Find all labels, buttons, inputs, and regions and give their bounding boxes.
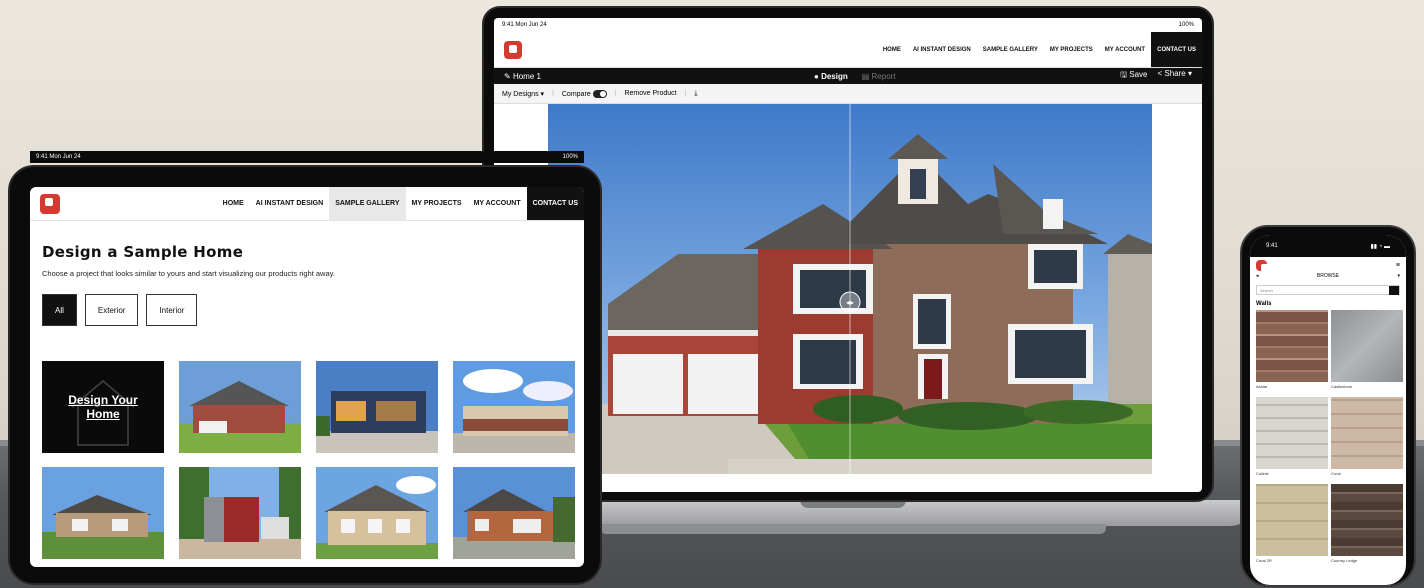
- product-tile[interactable]: Coral 2R: [1256, 484, 1328, 568]
- project-name[interactable]: Home 1: [513, 72, 541, 81]
- filter-all[interactable]: All: [42, 294, 77, 326]
- nav-ai-instant-design[interactable]: AI INSTANT DESIGN: [907, 32, 977, 67]
- gallery-thumbnail[interactable]: [453, 361, 575, 453]
- product-tile[interactable]: Castlestone: [1331, 310, 1403, 394]
- gallery-thumbnail[interactable]: [316, 467, 438, 559]
- project-bar: ✎ Home 1 ● Design ▤ Report 🖫 Save < Shar…: [494, 68, 1202, 84]
- tablet-frame: HOME AI INSTANT DESIGN SAMPLE GALLERY MY…: [8, 151, 602, 585]
- gallery-thumbnail[interactable]: [316, 361, 438, 453]
- tablet-screen: HOME AI INSTANT DESIGN SAMPLE GALLERY MY…: [30, 187, 584, 567]
- nav-home[interactable]: HOME: [217, 187, 250, 220]
- search-input[interactable]: Search: [1256, 285, 1400, 295]
- save-button[interactable]: 🖫 Save: [1120, 69, 1147, 83]
- brand-logo-icon[interactable]: [1256, 259, 1269, 272]
- product-tile[interactable]: Coral: [1331, 397, 1403, 481]
- gallery-thumbnail[interactable]: [42, 467, 164, 559]
- nav-my-account[interactable]: MY ACCOUNT: [468, 187, 527, 220]
- browse-dropdown[interactable]: ◂ BROWSE ▾: [1250, 273, 1406, 281]
- product-tile[interactable]: Country Ledge: [1331, 484, 1403, 568]
- filter-group: All Exterior Interior: [42, 294, 584, 326]
- product-tile[interactable]: Ashlar: [1256, 310, 1328, 394]
- chevron-down-icon: ▾: [1397, 273, 1400, 279]
- status-time: 9:41 Mon Jun 24: [36, 154, 81, 160]
- laptop-nav: HOME AI INSTANT DESIGN SAMPLE GALLERY MY…: [494, 32, 1202, 68]
- phone-screen: 9:41 ▮▮ ◔ ▬ ≡ ◂ BROWSE ▾ Search Walls As…: [1250, 235, 1406, 585]
- nav-home[interactable]: HOME: [877, 32, 907, 67]
- compare-toggle[interactable]: Compare: [562, 89, 607, 98]
- status-time: 9:41: [1266, 243, 1278, 249]
- menu-icon[interactable]: ≡: [1396, 262, 1400, 269]
- laptop-stand: [600, 524, 1106, 534]
- status-time: 9:41 Mon Jun 24: [502, 22, 547, 28]
- download-icon[interactable]: ⤓: [694, 90, 697, 98]
- tablet-statusbar: 9:41 Mon Jun 24 100%: [30, 151, 584, 163]
- battery-indicator: 100%: [1178, 22, 1194, 28]
- search-icon[interactable]: [1389, 286, 1399, 295]
- brand-logo-icon[interactable]: [504, 40, 522, 59]
- gallery-thumbnail[interactable]: [179, 361, 301, 453]
- nav-contact-us[interactable]: CONTACT US: [526, 187, 584, 220]
- gallery-thumbnail[interactable]: [453, 467, 575, 559]
- phone-header: ≡: [1250, 257, 1406, 273]
- gallery-thumbnail[interactable]: [179, 467, 301, 559]
- phone-statusbar: 9:41 ▮▮ ◔ ▬: [1250, 235, 1406, 257]
- sample-gallery-grid: Design Your Home: [42, 361, 575, 559]
- page-title: Design a Sample Home: [42, 243, 244, 261]
- filter-interior[interactable]: Interior: [146, 294, 198, 326]
- section-title: Walls: [1256, 301, 1272, 307]
- nav-sample-gallery[interactable]: SAMPLE GALLERY: [329, 187, 406, 220]
- my-designs-dropdown[interactable]: My Designs ▾: [502, 90, 544, 98]
- tablet-nav: HOME AI INSTANT DESIGN SAMPLE GALLERY MY…: [30, 187, 584, 221]
- house-photo: ◂▸: [548, 104, 1152, 474]
- nav-my-account[interactable]: MY ACCOUNT: [1099, 32, 1151, 67]
- battery-indicator: 100%: [562, 154, 578, 160]
- tab-report[interactable]: ▤ Report: [862, 72, 896, 81]
- tab-design[interactable]: ● Design: [814, 72, 848, 81]
- nav-sample-gallery[interactable]: SAMPLE GALLERY: [977, 32, 1044, 67]
- laptop-statusbar: 9:41 Mon Jun 24 100%: [494, 18, 1202, 32]
- phone-frame: 9:41 ▮▮ ◔ ▬ ≡ ◂ BROWSE ▾ Search Walls As…: [1240, 225, 1416, 587]
- page-subtitle: Choose a project that looks similar to y…: [42, 269, 335, 278]
- house-visualizer-canvas[interactable]: ◂▸: [548, 104, 1152, 474]
- edit-icon[interactable]: ✎: [504, 72, 513, 81]
- nav-my-projects[interactable]: MY PROJECTS: [406, 187, 468, 220]
- signal-icon: ▮▮ ◔ ▬: [1370, 243, 1390, 250]
- nav-my-projects[interactable]: MY PROJECTS: [1044, 32, 1099, 67]
- design-your-home-tile[interactable]: Design Your Home: [42, 361, 164, 453]
- share-button[interactable]: < Share ▾: [1157, 69, 1192, 83]
- product-tile[interactable]: Cobble: [1256, 397, 1328, 481]
- product-grid: Ashlar Castlestone Cobble Coral Coral 2R…: [1256, 310, 1406, 568]
- filter-exterior[interactable]: Exterior: [84, 294, 139, 326]
- design-toolbar: My Designs ▾ | Compare | Remove Product …: [494, 84, 1202, 104]
- nav-contact-us[interactable]: CONTACT US: [1151, 32, 1202, 67]
- brand-logo-icon[interactable]: [40, 193, 60, 214]
- remove-product-button[interactable]: Remove Product: [624, 90, 676, 97]
- nav-ai-instant-design[interactable]: AI INSTANT DESIGN: [250, 187, 330, 220]
- svg-text:◂▸: ◂▸: [846, 298, 854, 307]
- back-arrow-icon[interactable]: ◂: [1256, 273, 1259, 279]
- toggle-switch-icon[interactable]: [592, 89, 607, 98]
- design-your-home-label[interactable]: Design Your Home: [63, 393, 143, 421]
